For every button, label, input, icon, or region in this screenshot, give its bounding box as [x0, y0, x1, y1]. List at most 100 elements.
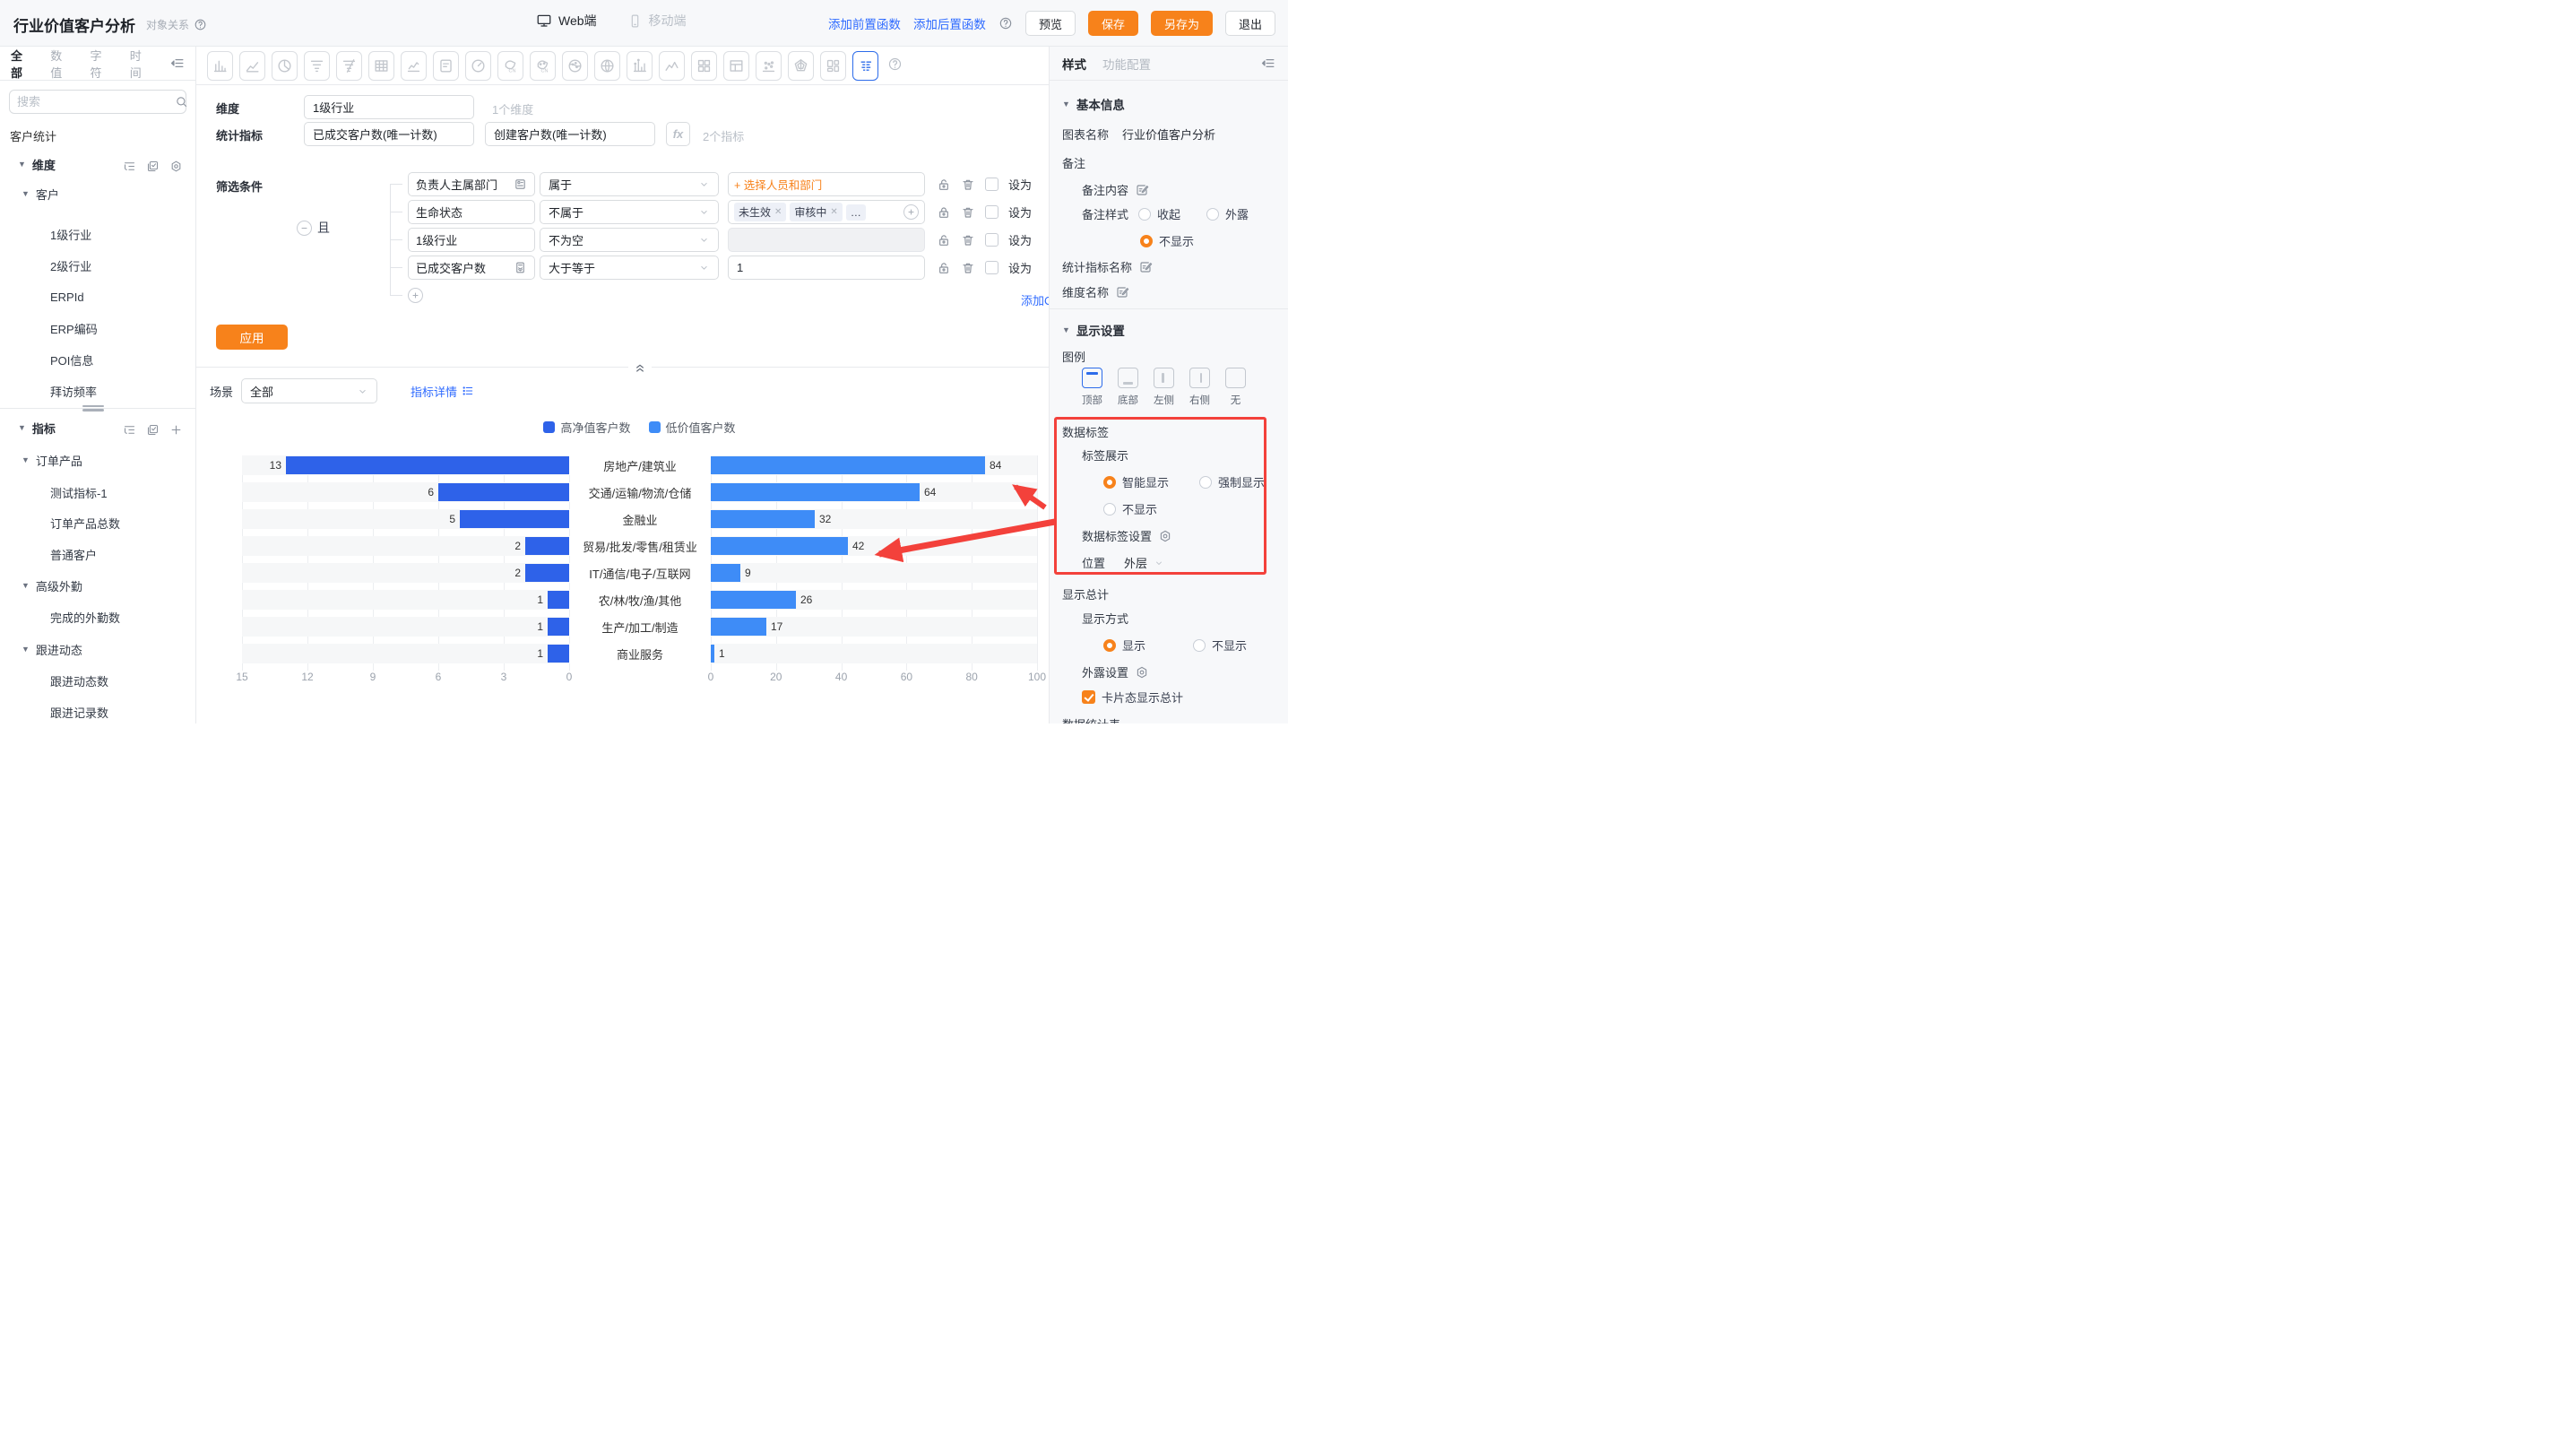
set-as-checkbox[interactable]: [985, 205, 998, 219]
bar-right[interactable]: [711, 564, 740, 582]
charttype-funnel-button[interactable]: [304, 51, 330, 81]
scene-select[interactable]: 全部: [241, 378, 377, 403]
metric-detail-link[interactable]: 指标详情: [411, 383, 474, 400]
radio-smart-display[interactable]: [1103, 476, 1116, 489]
object-relation-link[interactable]: 对象关系: [146, 17, 189, 32]
tab-web[interactable]: Web端: [536, 12, 597, 30]
radio-hide-note[interactable]: [1140, 235, 1153, 247]
bar-right[interactable]: [711, 591, 796, 609]
apply-button[interactable]: 应用: [216, 325, 288, 350]
save-as-button[interactable]: 另存为: [1151, 11, 1213, 36]
filter-value[interactable]: + 选择人员和部门: [728, 172, 925, 196]
metric-field[interactable]: 创建客户数(唯一计数): [485, 122, 655, 146]
trash-icon[interactable]: [961, 205, 975, 220]
charttype-cards-button[interactable]: [820, 51, 846, 81]
filter-field-select[interactable]: 生命状态: [408, 200, 535, 224]
indent-tree-icon[interactable]: [123, 423, 136, 437]
charttype-pie-button[interactable]: [272, 51, 298, 81]
settings-gear-icon[interactable]: [169, 160, 183, 173]
card-total-checkbox[interactable]: [1082, 690, 1095, 704]
indent-tree-icon[interactable]: [123, 160, 136, 173]
sidebar-item-测试指标-1[interactable]: 测试指标-1: [50, 482, 108, 502]
sidebar-item-跟进动态[interactable]: ▼跟进动态: [22, 639, 82, 659]
charttype-bar-button[interactable]: [207, 51, 233, 81]
trash-icon[interactable]: [961, 233, 975, 247]
charttype-doc-button[interactable]: [433, 51, 459, 81]
sidebar-item-普通客户[interactable]: 普通客户: [50, 544, 97, 564]
edit-icon[interactable]: [1138, 260, 1153, 274]
tab-number[interactable]: 数值: [50, 47, 70, 81]
radio-force-display[interactable]: [1199, 476, 1212, 489]
and-connector[interactable]: 且: [297, 219, 330, 237]
legend-position-bottom[interactable]: 底部: [1118, 368, 1138, 407]
search-box[interactable]: [9, 90, 186, 114]
charttype-funnel-slash-button[interactable]: [336, 51, 362, 81]
edit-icon[interactable]: [1115, 285, 1129, 299]
charttype-radar-button[interactable]: [788, 51, 814, 81]
charttype-line-zigzag-button[interactable]: [659, 51, 685, 81]
help-icon[interactable]: [998, 16, 1013, 30]
charttype-bar-label-button[interactable]: [627, 51, 653, 81]
add-pre-function-link[interactable]: 添加前置函数: [828, 14, 901, 32]
lock-closed-icon[interactable]: [937, 205, 951, 220]
lock-open-icon[interactable]: [937, 178, 951, 192]
charttype-map-cn-button[interactable]: CN: [497, 51, 523, 81]
bar-left[interactable]: [525, 564, 569, 582]
filter-tag[interactable]: 未生效✕: [734, 203, 786, 221]
bar-right[interactable]: [711, 645, 714, 663]
charttype-gauge-button[interactable]: [465, 51, 491, 81]
filter-operator-select[interactable]: 不属于: [540, 200, 719, 224]
filter-value[interactable]: 1: [728, 256, 925, 280]
remove-tag-icon[interactable]: ✕: [774, 207, 782, 217]
sidebar-item-维度[interactable]: ▼维度: [18, 154, 56, 174]
tab-function[interactable]: 功能配置: [1102, 55, 1151, 73]
filter-value[interactable]: [728, 228, 925, 252]
bar-left[interactable]: [525, 537, 569, 555]
add-tag-button[interactable]: [903, 204, 919, 220]
filter-operator-select[interactable]: 大于等于: [540, 256, 719, 280]
sidebar-item-2级行业[interactable]: 2级行业: [50, 256, 91, 275]
trash-icon[interactable]: [961, 261, 975, 275]
position-value[interactable]: 外层: [1124, 554, 1147, 571]
sidebar-item-POI信息[interactable]: POI信息: [50, 350, 93, 369]
section-basic-info[interactable]: ▼基本信息: [1062, 95, 1125, 113]
bar-left[interactable]: [548, 618, 569, 636]
sidebar-item-ERPId[interactable]: ERPId: [50, 287, 84, 307]
tab-style[interactable]: 样式: [1062, 55, 1086, 73]
select-people-link[interactable]: + 选择人员和部门: [734, 176, 822, 193]
bar-right[interactable]: [711, 483, 920, 501]
collapse-panel-icon[interactable]: [1260, 56, 1275, 71]
sidebar-item-订单产品总数[interactable]: 订单产品总数: [50, 513, 120, 533]
bar-right[interactable]: [711, 537, 848, 555]
metric-field[interactable]: 已成交客户数(唯一计数): [304, 122, 474, 146]
sidebar-item-客户[interactable]: ▼客户: [22, 184, 59, 204]
charttype-trend-button[interactable]: [401, 51, 427, 81]
filter-value[interactable]: 未生效✕审核中✕…: [728, 200, 925, 224]
bar-right[interactable]: [711, 456, 985, 474]
batch-check-icon[interactable]: [146, 160, 160, 173]
fx-button[interactable]: fx: [666, 122, 690, 146]
sidebar-item-跟进动态数[interactable]: 跟进动态数: [50, 671, 108, 690]
trash-icon[interactable]: [961, 178, 975, 192]
gear-icon[interactable]: [1135, 665, 1149, 680]
help-icon[interactable]: [194, 18, 207, 31]
edit-icon[interactable]: [1135, 183, 1149, 197]
charttype-table-layout-button[interactable]: [723, 51, 749, 81]
gear-icon[interactable]: [1158, 529, 1172, 543]
legend-position-left[interactable]: 左侧: [1154, 368, 1174, 407]
tab-all[interactable]: 全部: [11, 47, 30, 81]
bar-right[interactable]: [711, 510, 815, 528]
lock-open-icon[interactable]: [937, 233, 951, 247]
filter-tag[interactable]: 审核中✕: [790, 203, 842, 221]
exit-button[interactable]: 退出: [1225, 11, 1275, 36]
sidebar-item-ERP编码[interactable]: ERP编码: [50, 318, 98, 338]
minus-circle-icon[interactable]: [297, 221, 312, 236]
lock-open-icon[interactable]: [937, 261, 951, 275]
radio-collapse[interactable]: [1138, 208, 1151, 221]
filter-operator-select[interactable]: 属于: [540, 172, 719, 196]
tab-mobile[interactable]: 移动端: [627, 12, 687, 30]
more-tags[interactable]: …: [846, 204, 866, 221]
tab-string[interactable]: 字符: [91, 47, 110, 81]
set-as-checkbox[interactable]: [985, 178, 998, 191]
legend-item[interactable]: 低价值客户数: [649, 419, 736, 436]
